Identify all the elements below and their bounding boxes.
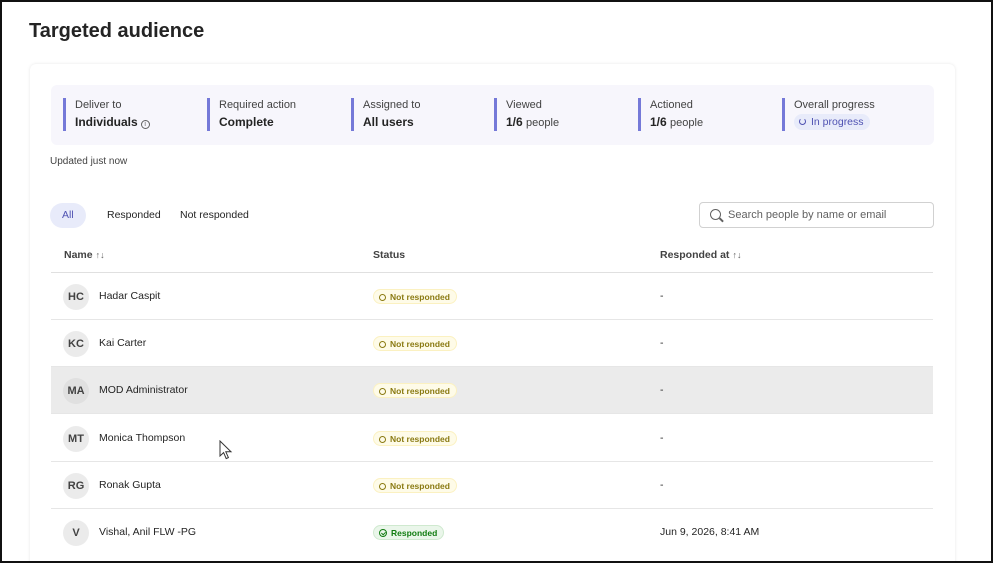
metric-assigned-to: Assigned to All users: [351, 98, 420, 131]
status-badge: Not responded: [373, 336, 457, 351]
viewed-count: 1/6: [506, 115, 523, 129]
metric-label: Overall progress: [794, 99, 875, 111]
status-label: Not responded: [390, 386, 450, 396]
column-header-responded-at[interactable]: Responded at ↑↓: [660, 249, 741, 261]
mouse-cursor-icon: [219, 440, 233, 460]
metric-label: Deliver to: [75, 99, 122, 111]
filter-tab-all[interactable]: All: [50, 203, 86, 228]
sort-icon[interactable]: ↑↓: [96, 250, 105, 260]
avatar: MT: [63, 426, 89, 452]
metric-value: Individuals i: [75, 113, 150, 131]
status-badge: Not responded: [373, 478, 457, 493]
person-name: MOD Administrator: [99, 384, 188, 396]
status-label: Not responded: [390, 434, 450, 444]
sort-icon[interactable]: ↑↓: [732, 250, 741, 260]
metric-label: Required action: [219, 99, 297, 111]
column-header-status: Status: [373, 249, 406, 261]
avatar: KC: [63, 331, 89, 357]
metric-deliver-to: Deliver to Individuals i: [63, 98, 150, 131]
avatar: V: [63, 520, 89, 546]
search-input[interactable]: [728, 205, 928, 225]
status-badge: Not responded: [373, 383, 457, 398]
pending-circle-icon: [379, 388, 386, 395]
column-header-name-label: Name: [64, 249, 93, 261]
metric-actioned: Actioned 1/6 people: [638, 98, 703, 131]
avatar: MA: [63, 378, 89, 404]
status-label: Responded: [391, 528, 438, 538]
metric-label: Assigned to: [363, 99, 421, 111]
metric-value: 1/6 people: [506, 113, 559, 132]
app-window: Targeted audience Deliver to Individuals…: [0, 0, 993, 563]
metric-viewed: Viewed 1/6 people: [494, 98, 559, 131]
progress-badge: In progress: [794, 114, 870, 130]
person-name: Vishal, Anil FLW -PG: [99, 526, 197, 538]
metric-overall-progress: Overall progress In progress: [782, 98, 875, 131]
person-name: Ronak Gupta: [99, 479, 161, 491]
column-header-responded-at-label: Responded at: [660, 249, 730, 261]
status-label: Not responded: [390, 481, 450, 491]
responded-at: -: [660, 337, 664, 349]
info-icon[interactable]: i: [140, 120, 150, 129]
avatar: HC: [63, 284, 89, 310]
responded-at: -: [660, 384, 664, 396]
pending-circle-icon: [379, 436, 386, 443]
metric-required-action: Required action Complete: [207, 98, 296, 131]
actioned-unit: people: [670, 117, 704, 129]
progress-badge-label: In progress: [811, 116, 864, 128]
metric-label: Actioned: [650, 99, 693, 111]
metric-label: Viewed: [506, 99, 542, 111]
column-header-name[interactable]: Name ↑↓: [64, 249, 105, 261]
filter-tab-not-responded[interactable]: Not responded: [168, 203, 261, 228]
table-row[interactable]: MT Monica Thompson Not responded -: [51, 415, 933, 462]
viewed-unit: people: [526, 117, 560, 129]
page-title: Targeted audience: [29, 20, 205, 42]
person-name: Kai Carter: [99, 337, 147, 349]
progress-spinner-icon: [799, 118, 806, 125]
check-circle-icon: [379, 529, 387, 537]
metric-value: All users: [363, 115, 414, 129]
search-icon: [710, 209, 721, 220]
actioned-count: 1/6: [650, 115, 667, 129]
deliver-to-value: Individuals: [75, 115, 138, 129]
summary-bar: Deliver to Individuals i Required action …: [51, 85, 934, 145]
person-name: Hadar Caspit: [99, 290, 161, 302]
table-row[interactable]: HC Hadar Caspit Not responded -: [51, 273, 933, 320]
avatar: RG: [63, 473, 89, 499]
status-badge: Not responded: [373, 431, 457, 446]
table-row[interactable]: RG Ronak Gupta Not responded -: [51, 462, 933, 509]
responded-at: -: [660, 290, 664, 302]
status-badge: Responded: [373, 525, 445, 540]
responded-at: Jun 9, 2026, 8:41 AM: [660, 526, 760, 538]
status-label: Not responded: [390, 339, 450, 349]
status-badge: Not responded: [373, 289, 457, 304]
table-row[interactable]: KC Kai Carter Not responded -: [51, 320, 933, 367]
pending-circle-icon: [379, 294, 386, 301]
table-row[interactable]: V Vishal, Anil FLW -PG Responded Jun 9, …: [51, 509, 933, 556]
responded-at: -: [660, 479, 664, 491]
metric-value: 1/6 people: [650, 113, 703, 132]
search-box[interactable]: [699, 202, 934, 228]
table-row[interactable]: MA MOD Administrator Not responded -: [51, 367, 933, 414]
metric-value: Complete: [219, 115, 274, 129]
pending-circle-icon: [379, 483, 386, 490]
person-name: Monica Thompson: [99, 432, 186, 444]
filter-tab-responded[interactable]: Responded: [95, 203, 173, 228]
status-label: Not responded: [390, 292, 450, 302]
pending-circle-icon: [379, 341, 386, 348]
responded-at: -: [660, 432, 664, 444]
updated-status: Updated just now: [50, 156, 128, 167]
